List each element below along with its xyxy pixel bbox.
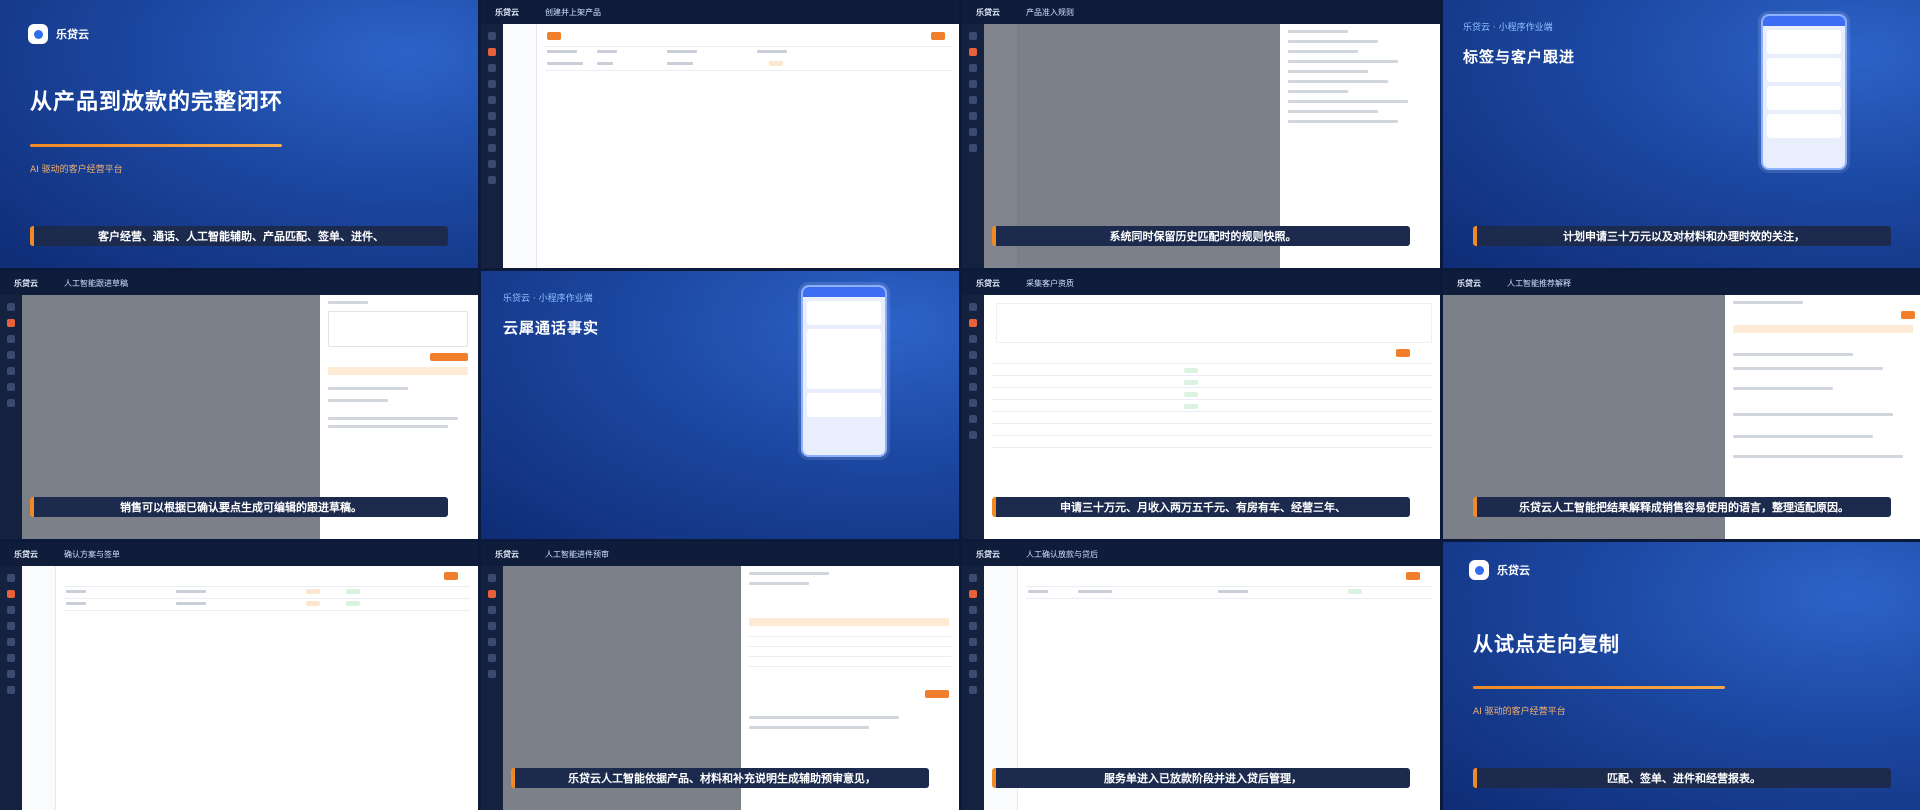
page-title: 人工智能进件预审 bbox=[545, 549, 609, 559]
app-header: 乐贷云 人工智能进件预审 bbox=[481, 542, 959, 566]
slide-subtitle: AI 驱动的客户经营平台 bbox=[1473, 707, 1566, 717]
apply-button[interactable] bbox=[1901, 311, 1915, 319]
sidebar[interactable] bbox=[962, 566, 984, 810]
slide-title: 标签与客户跟进 bbox=[1463, 48, 1576, 66]
caption: 乐贷云人工智能依据产品、材料和补充说明生成辅助预审意见， bbox=[511, 768, 929, 788]
tile-ai-draft: 乐贷云 人工智能跟进草稿 销售可以根据已确认要点生成可编辑的跟进草稿。 bbox=[0, 271, 478, 539]
product-table bbox=[537, 24, 959, 268]
plan-table bbox=[56, 566, 478, 810]
add-button[interactable] bbox=[547, 32, 561, 40]
page-title: 产品准入规则 bbox=[1026, 7, 1074, 17]
sidebar[interactable] bbox=[0, 566, 22, 810]
brand-name: 乐贷云 bbox=[976, 549, 1000, 559]
caption: 系统同时保留历史匹配时的规则快照。 bbox=[992, 226, 1410, 246]
divider bbox=[30, 144, 282, 147]
app-header: 乐贷云 产品准入规则 bbox=[962, 0, 1440, 24]
slide-title: 从试点走向复制 bbox=[1473, 632, 1620, 656]
tile-create-product: 乐贷云 创建并上架产品 bbox=[481, 0, 959, 268]
notice-bar bbox=[328, 367, 468, 375]
filter-form[interactable] bbox=[996, 303, 1432, 343]
app-header: 乐贷云 采集客户资质 bbox=[962, 271, 1440, 295]
eyebrow: 乐贷云 · 小程序作业端 bbox=[1463, 23, 1553, 33]
brand-name: 乐贷云 bbox=[1457, 278, 1481, 288]
slide-title: 云犀通话事实 bbox=[503, 319, 600, 337]
brand-name: 乐贷云 bbox=[976, 7, 1000, 17]
sidebar[interactable] bbox=[962, 24, 984, 268]
brand-name: 乐贷云 bbox=[1497, 564, 1530, 577]
page-title: 人工智能跟进草稿 bbox=[64, 278, 128, 288]
caption: 客户经营、通话、人工智能辅助、产品匹配、签单、进件、 bbox=[30, 226, 448, 246]
eyebrow: 乐贷云 · 小程序作业端 bbox=[503, 294, 593, 304]
brand: 乐贷云 bbox=[1469, 560, 1530, 580]
tile-outro: 乐贷云 从试点走向复制 AI 驱动的客户经营平台 匹配、签单、进件和经营报表。 bbox=[1443, 542, 1920, 810]
notice-bar bbox=[749, 618, 949, 626]
search-button[interactable] bbox=[931, 32, 945, 40]
brand-name: 乐贷云 bbox=[495, 549, 519, 559]
page-title: 采集客户资质 bbox=[1026, 278, 1074, 288]
app-header: 乐贷云 人工智能推荐解释 bbox=[1443, 271, 1920, 295]
tile-admission-rules: 乐贷云 产品准入规则 系统同时保留历史匹配时的规则快照。 bbox=[962, 0, 1440, 268]
sidebar[interactable] bbox=[481, 24, 503, 268]
notice-bar bbox=[1733, 325, 1913, 333]
logo-icon bbox=[28, 24, 48, 44]
brand-name: 乐贷云 bbox=[976, 278, 1000, 288]
send-button[interactable] bbox=[925, 690, 949, 698]
search-button[interactable] bbox=[1396, 349, 1410, 357]
caption: 匹配、签单、进件和经营报表。 bbox=[1473, 768, 1891, 788]
phone-mockup bbox=[1761, 14, 1847, 170]
page-title: 人工智能推荐解释 bbox=[1507, 278, 1571, 288]
draft-textarea[interactable] bbox=[328, 311, 468, 347]
tile-loan-confirm: 乐贷云 人工确认放款与贷后 服务单进入已放款阶段并进入贷后管理， bbox=[962, 542, 1440, 810]
tile-tags-followup: 乐贷云 · 小程序作业端 标签与客户跟进 计划申请三十万元以及对材料和办理时效的… bbox=[1443, 0, 1920, 268]
app-header: 乐贷云 人工确认放款与贷后 bbox=[962, 542, 1440, 566]
tile-collect-qualification: 乐贷云 采集客户资质 申请三十万元、月收入两万五千元、有房有车、经营三年、 bbox=[962, 271, 1440, 539]
brand: 乐贷云 bbox=[28, 24, 89, 44]
logo-icon bbox=[1469, 560, 1489, 580]
phone-mockup bbox=[801, 285, 887, 457]
sub-sidebar[interactable] bbox=[503, 24, 537, 268]
brand-name: 乐贷云 bbox=[56, 28, 89, 41]
app-header: 乐贷云 确认方案与签单 bbox=[0, 542, 478, 566]
sidebar[interactable] bbox=[481, 566, 503, 810]
video-frame-grid: 乐贷云 从产品到放款的完整闭环 AI 驱动的客户经营平台 客户经营、通话、人工智… bbox=[0, 0, 1920, 810]
generate-button[interactable] bbox=[430, 353, 468, 361]
app-header: 乐贷云 人工智能跟进草稿 bbox=[0, 271, 478, 295]
app-header: 乐贷云 创建并上架产品 bbox=[481, 0, 959, 24]
brand-name: 乐贷云 bbox=[14, 278, 38, 288]
search-button[interactable] bbox=[444, 572, 458, 580]
caption: 销售可以根据已确认要点生成可编辑的跟进草稿。 bbox=[30, 497, 448, 517]
divider bbox=[1473, 686, 1725, 689]
caption: 乐贷云人工智能把结果解释成销售容易使用的语言，整理适配原因。 bbox=[1473, 497, 1891, 517]
tile-call-facts: 乐贷云 · 小程序作业端 云犀通话事实 bbox=[481, 271, 959, 539]
slide-subtitle: AI 驱动的客户经营平台 bbox=[30, 165, 123, 175]
caption: 计划申请三十万元以及对材料和办理时效的关注， bbox=[1473, 226, 1891, 246]
caption: 服务单进入已放款阶段并进入贷后管理， bbox=[992, 768, 1410, 788]
tile-confirm-sign: 乐贷云 确认方案与签单 bbox=[0, 542, 478, 810]
brand-name: 乐贷云 bbox=[14, 549, 38, 559]
page-title: 确认方案与签单 bbox=[64, 549, 120, 559]
page-title: 创建并上架产品 bbox=[545, 7, 601, 17]
caption: 申请三十万元、月收入两万五千元、有房有车、经营三年、 bbox=[992, 497, 1410, 517]
page-title: 人工确认放款与贷后 bbox=[1026, 549, 1098, 559]
slide-title: 从产品到放款的完整闭环 bbox=[30, 90, 284, 115]
brand-name: 乐贷云 bbox=[495, 7, 519, 17]
tile-ai-recommendation: 乐贷云 人工智能推荐解释 乐贷云人工智能把结果解释成销售容易使用的语言，整理适配… bbox=[1443, 271, 1920, 539]
tile-intro: 乐贷云 从产品到放款的完整闭环 AI 驱动的客户经营平台 客户经营、通话、人工智… bbox=[0, 0, 478, 268]
sub-sidebar[interactable] bbox=[22, 566, 56, 810]
sidebar[interactable] bbox=[962, 295, 984, 539]
tile-ai-pre-review: 乐贷云 人工智能进件预审 乐贷云人工智能依据产品、材料和补充说明生成辅助预审意见… bbox=[481, 542, 959, 810]
search-button[interactable] bbox=[1406, 572, 1420, 580]
sidebar[interactable] bbox=[0, 295, 22, 539]
